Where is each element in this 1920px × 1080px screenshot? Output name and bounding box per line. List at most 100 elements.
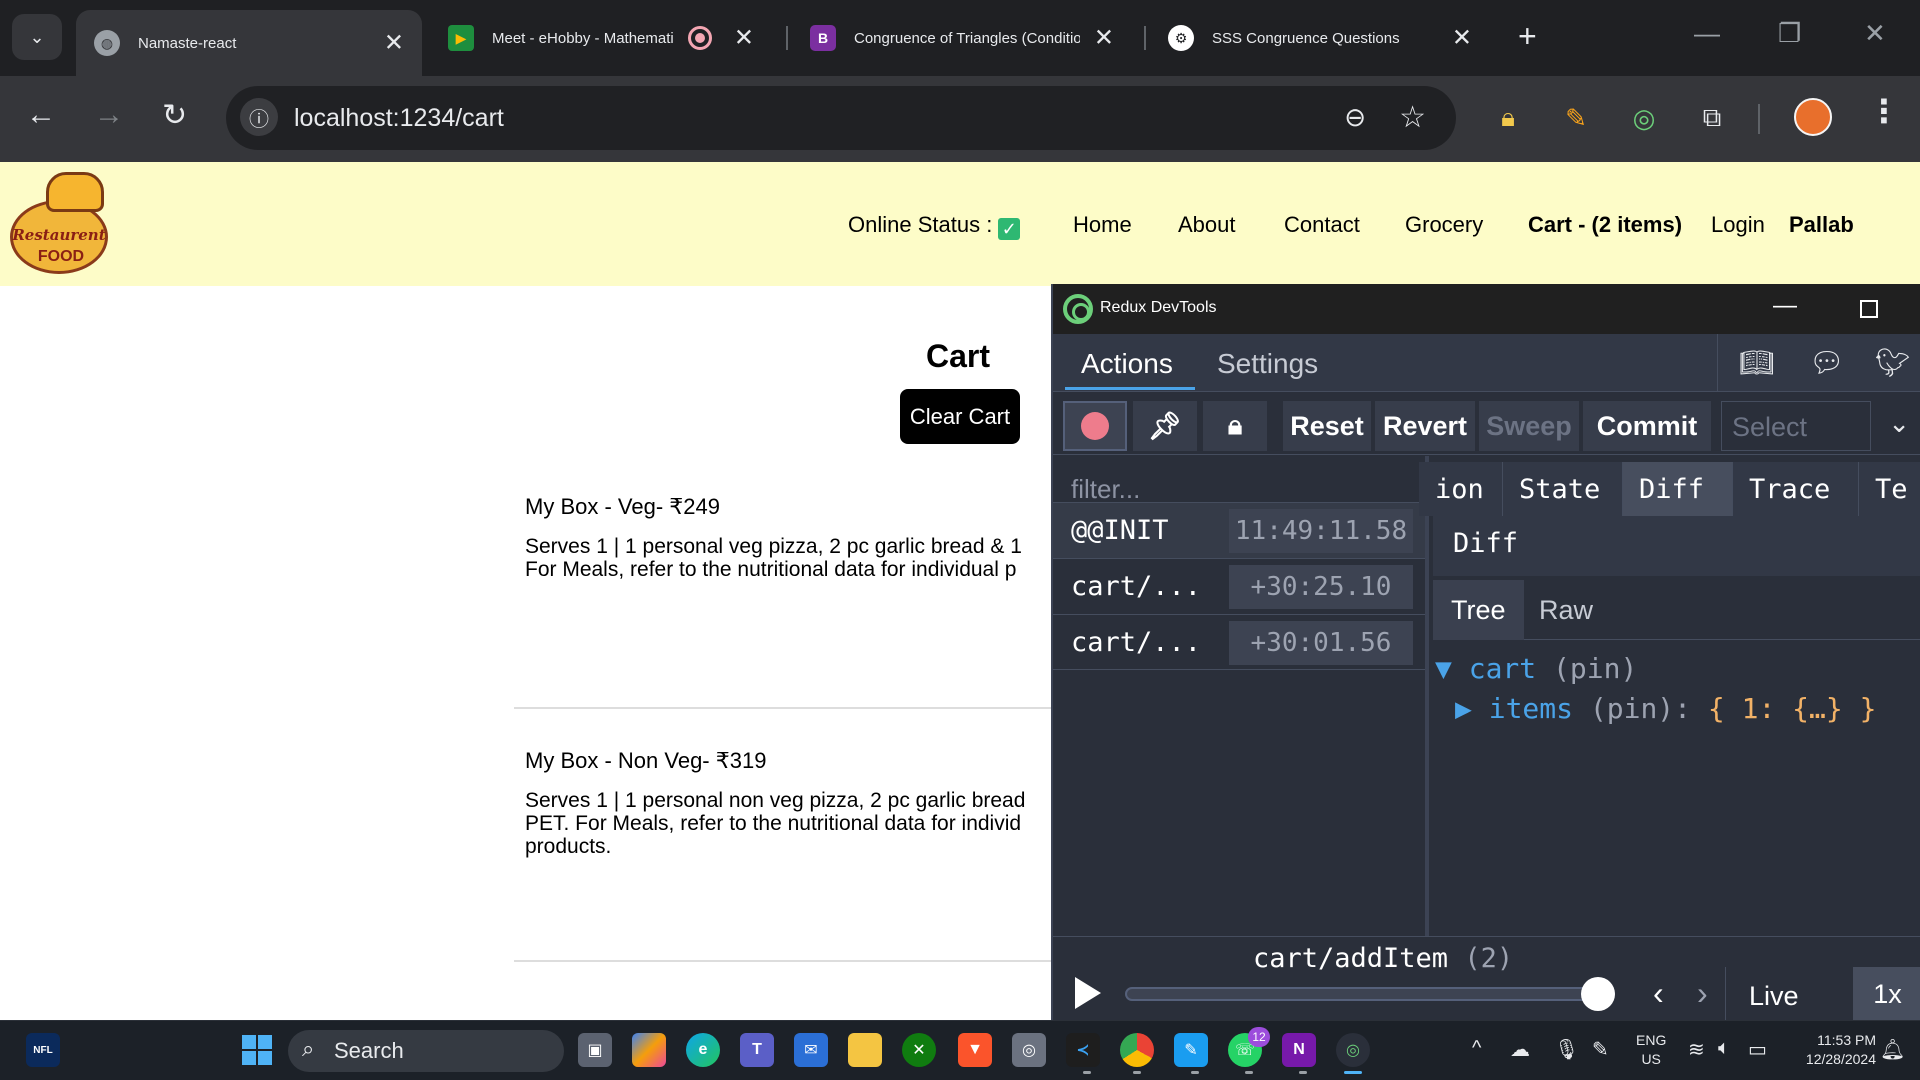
nav-cart[interactable]: Cart - (2 items) — [1528, 212, 1682, 238]
action-item[interactable]: @@INIT 11:49:11.58 — [1053, 502, 1425, 558]
taskbar-search[interactable]: ⌕ Search — [288, 1030, 564, 1072]
extension-pencil-icon[interactable]: ✎ — [1558, 100, 1594, 136]
pen-tray-icon[interactable]: ✎ — [1592, 1037, 1609, 1062]
nav-about[interactable]: About — [1178, 212, 1236, 238]
tab-tree[interactable]: Tree — [1433, 580, 1524, 640]
site-info-icon[interactable]: ⓘ — [240, 98, 278, 136]
close-tab-icon[interactable]: ✕ — [734, 24, 754, 53]
edge-icon[interactable]: e — [686, 1033, 720, 1067]
tray-weather-icon[interactable]: ☁ — [1510, 1037, 1530, 1062]
slider-thumb[interactable] — [1581, 977, 1615, 1011]
previous-chevron-icon[interactable]: ‹ — [1653, 975, 1664, 1012]
live-button[interactable]: Live — [1749, 981, 1799, 1012]
feedback-chat-icon[interactable]: 💬︎ — [1809, 346, 1845, 379]
copilot-icon[interactable] — [632, 1033, 666, 1067]
lock-button[interactable]: 🔒︎ — [1203, 401, 1267, 451]
slider-track[interactable] — [1125, 987, 1615, 1001]
microphone-icon[interactable]: 🎙︎ — [1554, 1037, 1579, 1062]
close-tab-icon[interactable]: ✕ — [1094, 24, 1114, 53]
chrome-menu-icon[interactable]: ⋮ — [1868, 92, 1900, 130]
tree-node-cart[interactable]: ▼ cart (pin) — [1435, 652, 1876, 692]
redux-devtools-extension-icon[interactable]: ◎ — [1626, 100, 1662, 136]
tab-search-chevron-icon[interactable]: ⌄ — [12, 14, 62, 60]
tab-trace[interactable]: Trace — [1733, 462, 1859, 516]
profile-avatar[interactable] — [1794, 98, 1832, 136]
action-item[interactable]: cart/... +30:01.56 — [1053, 614, 1425, 670]
address-bar[interactable]: ⓘ localhost:1234/cart ⊖ ☆ — [226, 86, 1456, 150]
redux-devtools-taskbar-icon[interactable]: ◎ — [1336, 1033, 1370, 1067]
notification-bell-icon[interactable]: 🔔︎ — [1880, 1037, 1905, 1062]
file-explorer-icon[interactable] — [848, 1033, 882, 1067]
teams-icon[interactable]: T — [740, 1033, 774, 1067]
chrome-icon[interactable] — [1120, 1033, 1154, 1067]
bookmark-star-icon[interactable]: ☆ — [1399, 100, 1426, 135]
reload-icon[interactable]: ↻ — [162, 98, 187, 133]
action-item[interactable]: cart/... +30:25.10 — [1053, 558, 1425, 614]
vscode-icon[interactable]: ≺ — [1066, 1033, 1100, 1067]
sweep-button[interactable]: Sweep — [1479, 401, 1579, 451]
windows-start-icon[interactable] — [242, 1035, 272, 1065]
play-icon[interactable] — [1075, 977, 1101, 1009]
record-button[interactable] — [1063, 401, 1127, 451]
clock[interactable]: 11:53 PM 12/28/2024 — [1786, 1031, 1876, 1069]
forward-arrow-icon[interactable]: → — [94, 98, 124, 132]
minimize-window-icon[interactable]: — — [1694, 18, 1720, 49]
extension-lock-icon[interactable]: 🔒︎ — [1490, 100, 1526, 136]
language-indicator[interactable]: ENG US — [1636, 1031, 1666, 1069]
zoom-icon[interactable]: ⊖ — [1344, 102, 1366, 133]
browser-tab-meet[interactable]: ▶ Meet - eHobby - Mathemati ✕ — [430, 10, 772, 66]
nav-login[interactable]: Login — [1711, 212, 1765, 238]
devtools-maximize-icon[interactable] — [1860, 300, 1878, 318]
tray-overflow-chevron-icon[interactable]: ^ — [1472, 1037, 1481, 1060]
tab-raw[interactable]: Raw — [1521, 580, 1611, 640]
volume-icon[interactable]: 🔈︎ — [1718, 1037, 1730, 1060]
mail-icon[interactable]: ✉ — [794, 1033, 828, 1067]
restore-window-icon[interactable]: ❐ — [1778, 18, 1801, 49]
tab-action[interactable]: ion — [1419, 462, 1503, 516]
brave-icon[interactable]: ▼ — [958, 1033, 992, 1067]
browser-tab-namaste-react[interactable]: ◍ Namaste-react ✕ — [76, 10, 422, 76]
pen-app-icon[interactable]: ✎ — [1174, 1033, 1208, 1067]
nav-contact[interactable]: Contact — [1284, 212, 1360, 238]
instance-select[interactable]: Select ⌄ — [1721, 401, 1910, 451]
battery-icon[interactable]: ▭ — [1748, 1037, 1767, 1062]
revert-button[interactable]: Revert — [1375, 401, 1475, 451]
new-tab-plus-icon[interactable]: + — [1518, 18, 1537, 55]
browser-tab-congruence[interactable]: B Congruence of Triangles (Conditio ✕ — [792, 10, 1132, 66]
task-view-icon[interactable]: ▣ — [578, 1033, 612, 1067]
wifi-icon[interactable]: ≋ — [1688, 1037, 1705, 1062]
tab-diff[interactable]: Diff — [1623, 462, 1733, 516]
docs-book-icon[interactable]: 📖︎ — [1739, 346, 1775, 379]
browser-tab-sss[interactable]: ⚙ SSS Congruence Questions ✕ — [1150, 10, 1490, 66]
tab-settings[interactable]: Settings — [1217, 348, 1318, 380]
onenote-icon[interactable]: N — [1282, 1033, 1316, 1067]
app-icon[interactable]: ◎ — [1012, 1033, 1046, 1067]
reset-button[interactable]: Reset — [1283, 401, 1371, 451]
tab-test[interactable]: Te — [1859, 462, 1920, 516]
nav-home[interactable]: Home — [1073, 212, 1132, 238]
xbox-icon[interactable]: ✕ — [902, 1033, 936, 1067]
nfl-widget-icon[interactable]: NFL — [26, 1033, 60, 1067]
tab-actions[interactable]: Actions — [1081, 348, 1173, 380]
extensions-puzzle-icon[interactable]: ⧉ — [1694, 100, 1730, 136]
restaurant-logo[interactable]: Restaurent FOOD — [6, 172, 110, 276]
expanded-triangle-icon[interactable]: ▼ — [1435, 652, 1452, 685]
speed-button[interactable]: 1x — [1853, 967, 1920, 1020]
tree-meta: (pin): — [1589, 692, 1692, 725]
collapsed-triangle-icon[interactable]: ▶ — [1455, 692, 1472, 725]
tree-node-items[interactable]: ▶ items (pin): { 1: {…} } — [1435, 692, 1876, 732]
commit-button[interactable]: Commit — [1583, 401, 1711, 451]
pin-button[interactable]: 📌︎ — [1133, 401, 1197, 451]
tab-state[interactable]: State — [1503, 462, 1623, 516]
twitter-bird-icon[interactable]: 🐦︎ — [1875, 346, 1911, 379]
close-tab-icon[interactable]: ✕ — [384, 29, 404, 58]
url-text[interactable]: localhost:1234/cart — [294, 104, 504, 133]
close-window-icon[interactable]: ✕ — [1864, 18, 1886, 49]
close-tab-icon[interactable]: ✕ — [1452, 24, 1472, 53]
next-chevron-icon[interactable]: › — [1697, 975, 1708, 1012]
devtools-minimize-icon[interactable]: — — [1773, 292, 1797, 320]
nav-grocery[interactable]: Grocery — [1405, 212, 1483, 238]
clear-cart-button[interactable]: Clear Cart — [900, 389, 1020, 444]
filter-input[interactable]: filter... — [1071, 474, 1140, 505]
back-arrow-icon[interactable]: ← — [26, 98, 56, 132]
